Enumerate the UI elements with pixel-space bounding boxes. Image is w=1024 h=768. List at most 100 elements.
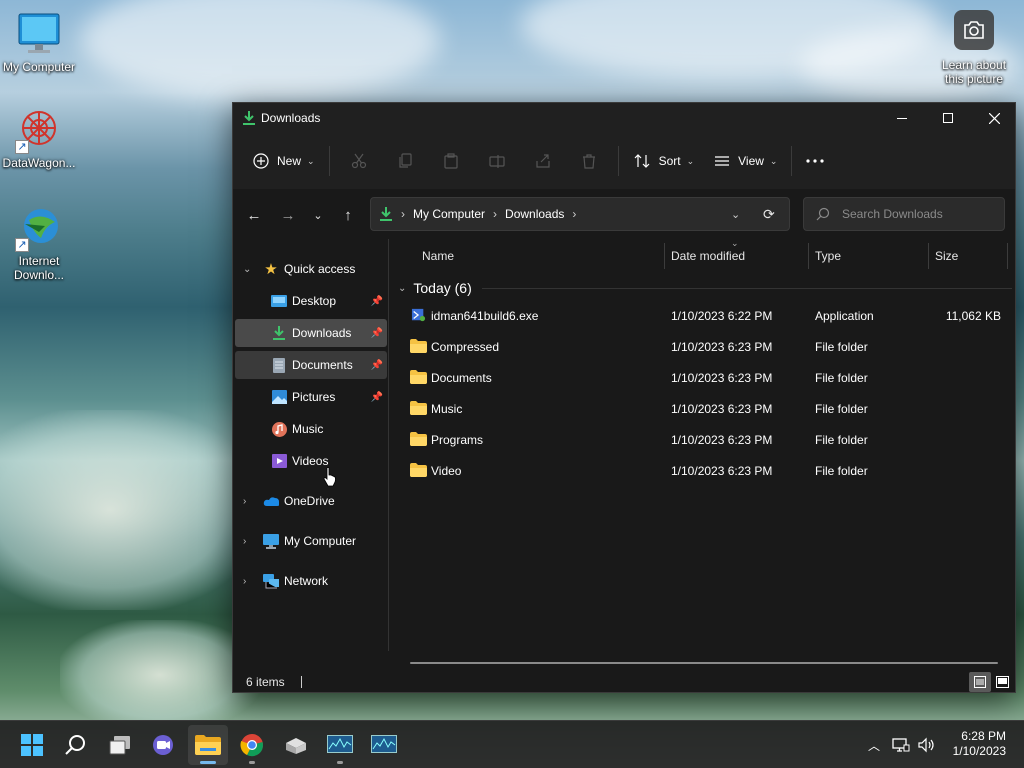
delete-button[interactable] xyxy=(566,144,612,178)
new-button[interactable]: New ⌄ xyxy=(245,144,323,178)
nav-onedrive[interactable]: › OneDrive xyxy=(235,487,387,515)
sort-button[interactable]: Sort ⌄ xyxy=(625,144,703,178)
breadcrumb-downloads[interactable]: Downloads xyxy=(505,207,564,221)
chrome-icon xyxy=(240,734,263,757)
downloads-icon xyxy=(271,325,287,341)
file-name: Video xyxy=(431,464,462,478)
see-more-button[interactable] xyxy=(798,144,832,178)
nav-item-pictures[interactable]: Pictures 📌 xyxy=(235,383,387,411)
application-icon xyxy=(411,308,426,322)
clock[interactable]: 6:28 PM 1/10/2023 xyxy=(953,729,1006,759)
address-dropdown-button[interactable]: ⌄ xyxy=(731,208,740,221)
file-type: Application xyxy=(815,309,874,323)
nav-item-documents[interactable]: Documents 📌 xyxy=(235,351,387,379)
teams-chat-icon xyxy=(153,735,173,755)
search-button[interactable] xyxy=(56,725,96,765)
new-label: New xyxy=(277,154,302,168)
search-box[interactable]: Search Downloads xyxy=(803,197,1005,231)
maximize-button[interactable] xyxy=(925,103,971,133)
installer-box-icon xyxy=(286,738,306,754)
desktop-icon-my-computer[interactable]: My Computer xyxy=(0,10,81,74)
taskbar-resource-monitor-1[interactable] xyxy=(320,725,360,765)
nav-quick-access[interactable]: ⌄ ★ Quick access xyxy=(235,255,387,283)
document-icon xyxy=(271,357,287,373)
cut-button[interactable] xyxy=(336,144,382,178)
nav-my-computer[interactable]: › My Computer xyxy=(235,527,387,555)
chat-button[interactable] xyxy=(144,725,184,765)
nav-label: Documents xyxy=(292,358,353,372)
network-icon xyxy=(263,573,279,589)
chevron-right-icon: › xyxy=(243,575,247,587)
scissors-icon xyxy=(351,153,366,169)
desktop-icon-label: DataWagon... xyxy=(2,156,76,170)
desktop-icon-datawagon[interactable]: ↗ DataWagon... xyxy=(0,106,81,170)
taskbar-file-explorer[interactable] xyxy=(188,725,228,765)
copy-button[interactable] xyxy=(382,144,428,178)
forward-button[interactable]: → xyxy=(276,203,300,227)
wallpaper-beach xyxy=(0,410,260,610)
up-button[interactable]: ↑ xyxy=(336,203,360,227)
column-divider[interactable] xyxy=(1007,243,1008,269)
column-header-size[interactable]: Size xyxy=(929,239,1007,273)
sort-label: Sort xyxy=(658,154,681,168)
active-indicator xyxy=(200,761,216,764)
file-list: Name Date modified ⌄ Type Size ⌄ Today (… xyxy=(390,238,1015,651)
desktop-icon-label: My Computer xyxy=(2,60,76,74)
downloads-icon xyxy=(243,111,255,125)
arrow-right-icon: → xyxy=(280,206,296,224)
title-bar[interactable]: Downloads xyxy=(233,103,1015,133)
file-row[interactable]: Documents 1/10/2023 6:23 PM File folder xyxy=(390,363,1005,394)
hand-cursor-icon xyxy=(323,467,336,487)
column-header-type[interactable]: Type xyxy=(809,239,928,273)
arrow-left-icon: ← xyxy=(246,206,262,224)
refresh-button[interactable]: ⟳ xyxy=(763,206,775,223)
group-header-today[interactable]: ⌄ Today (6) xyxy=(398,277,1012,299)
show-hidden-icons-button[interactable]: ︿ xyxy=(868,737,880,754)
file-row[interactable]: Music 1/10/2023 6:23 PM File folder xyxy=(390,394,1005,425)
learn-about-picture-label: Learn about this picture xyxy=(941,58,1007,86)
nav-item-desktop[interactable]: Desktop 📌 xyxy=(235,287,387,315)
file-row[interactable]: Programs 1/10/2023 6:23 PM File folder xyxy=(390,425,1005,456)
network-icon[interactable] xyxy=(892,737,910,753)
desktop-icon-internet-download-manager[interactable]: ↗ Internet Downlo... xyxy=(0,204,81,282)
file-date: 1/10/2023 6:23 PM xyxy=(671,464,773,478)
close-button[interactable] xyxy=(971,103,1015,133)
back-button[interactable]: ← xyxy=(242,203,266,227)
search-icon xyxy=(816,207,830,221)
file-row[interactable]: Video 1/10/2023 6:23 PM File folder xyxy=(390,456,1005,487)
taskbar-chrome[interactable] xyxy=(232,725,272,765)
file-row[interactable]: idman641build6.exe 1/10/2023 6:22 PM App… xyxy=(390,301,1005,332)
chevron-down-icon: ⌄ xyxy=(313,209,323,222)
horizontal-scrollbar[interactable] xyxy=(410,662,998,664)
share-button[interactable] xyxy=(520,144,566,178)
file-row[interactable]: Compressed 1/10/2023 6:23 PM File folder xyxy=(390,332,1005,363)
address-bar[interactable]: › My Computer › Downloads › ⌄ ⟳ xyxy=(370,197,790,231)
task-view-button[interactable] xyxy=(100,725,140,765)
learn-about-picture[interactable]: Learn about this picture xyxy=(932,10,1016,86)
nav-label: OneDrive xyxy=(284,494,335,508)
column-header-name[interactable]: Name xyxy=(416,239,658,273)
rename-button[interactable] xyxy=(474,144,520,178)
recent-locations-button[interactable]: ⌄ xyxy=(306,203,330,227)
file-type: File folder xyxy=(815,340,868,354)
group-label: Today (6) xyxy=(413,280,472,296)
chevron-right-icon: › xyxy=(572,207,577,221)
tiles-view-button[interactable] xyxy=(992,672,1012,692)
chevron-down-icon: ⌄ xyxy=(686,155,695,166)
start-button[interactable] xyxy=(12,725,52,765)
breadcrumb-my-computer[interactable]: My Computer xyxy=(413,207,485,221)
volume-icon[interactable] xyxy=(918,737,936,753)
nav-item-music[interactable]: Music xyxy=(235,415,387,443)
paste-button[interactable] xyxy=(428,144,474,178)
nav-network[interactable]: › Network xyxy=(235,567,387,595)
taskbar-installer[interactable] xyxy=(276,725,316,765)
nav-item-videos[interactable]: Videos xyxy=(235,447,387,475)
performance-monitor-icon xyxy=(327,735,353,753)
column-type-label: Type xyxy=(815,249,842,263)
taskbar-resource-monitor-2[interactable] xyxy=(364,725,404,765)
details-view-button[interactable] xyxy=(969,672,991,692)
minimize-button[interactable] xyxy=(879,103,925,133)
nav-item-downloads[interactable]: Downloads 📌 xyxy=(235,319,387,347)
view-button[interactable]: View ⌄ xyxy=(706,144,785,178)
file-type: File folder xyxy=(815,402,868,416)
